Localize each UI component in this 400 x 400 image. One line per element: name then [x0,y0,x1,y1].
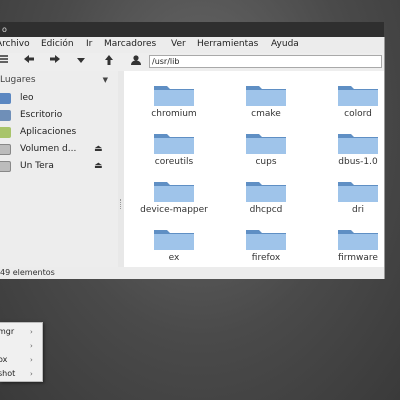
folder-item[interactable]: colord [318,77,384,123]
splitter-grip[interactable] [120,199,123,209]
submenu-arrow-icon: › [30,342,33,350]
folder-name: dhcpcd [249,205,283,215]
sidebar-item-escritorio[interactable]: Escritorio [0,108,112,123]
folder-name: ex [168,253,180,263]
file-manager-window: Archivo Edición Ir Marcadores Ver Herram… [0,37,385,279]
window-title: o [2,25,7,34]
desktop-icon [0,110,11,121]
popup-item-label: shot [0,369,16,378]
toolbar: /usr/lib [0,53,384,71]
popup-item-label: mgr [0,327,15,336]
popup-item-ox[interactable]: ox › [0,353,40,367]
folder-name: coreutils [154,157,194,167]
dropdown-arrow-icon[interactable] [73,54,89,70]
back-arrow-icon[interactable] [21,54,37,70]
popup-item-shot[interactable]: shot › [0,367,40,381]
folder-name: device-mapper [140,205,208,215]
folder-icon [246,182,286,202]
user-home-icon [0,93,11,104]
nav-menu-icon[interactable] [0,54,12,70]
menu-ver[interactable]: Ver [171,39,186,49]
folder-item[interactable]: firmware [318,221,384,267]
folder-name: chromium [151,109,197,119]
folder-item[interactable]: dbus-1.0 [318,125,384,171]
sidebar-item-label: Aplicaciones [20,127,77,137]
sidebar-item-label: Un Tera [20,161,54,171]
folder-icon [154,134,194,154]
sidebar-item-aplicaciones[interactable]: Aplicaciones [0,125,112,140]
menu-ayuda[interactable]: Ayuda [271,39,299,49]
folder-icon [246,230,286,250]
folder-name: cmake [251,109,281,119]
folder-icon [338,86,378,106]
folder-item[interactable]: dhcpcd [226,173,306,219]
up-arrow-icon[interactable] [101,54,117,70]
menu-archivo[interactable]: Archivo [0,39,30,49]
eject-icon[interactable]: ⏏ [94,159,103,174]
folder-icon [338,230,378,250]
menu-ir[interactable]: Ir [86,39,92,49]
drive-icon [0,144,11,155]
folder-item[interactable]: coreutils [134,125,214,171]
folder-icon [154,182,194,202]
menu-herramientas[interactable]: Herramientas [197,39,258,49]
applications-icon [0,127,11,138]
folder-name: cups [255,157,277,167]
menu-marcadores[interactable]: Marcadores [104,39,156,49]
popup-menu: mgr › › ox › shot › [0,322,43,382]
folder-name: dri [352,205,364,215]
folder-name: firefox [251,253,281,263]
menu-edicion[interactable]: Edición [41,39,74,49]
menu-bar: Archivo Edición Ir Marcadores Ver Herram… [0,37,384,54]
popup-item-blank[interactable]: › [0,339,40,353]
submenu-arrow-icon: › [30,328,33,336]
window-titlebar[interactable]: o [0,22,384,37]
sidebar-item-un-tera[interactable]: Un Tera ⏏ [0,159,112,174]
folder-item[interactable]: ex [134,221,214,267]
folder-view: chromium cmake colord coreutils cups dbu… [124,71,384,267]
folder-item[interactable]: chromium [134,77,214,123]
folder-icon [246,86,286,106]
folder-name: firmware [338,253,378,263]
collapse-arrow-icon[interactable]: ▼ [103,73,108,87]
sidebar-item-label: leo [20,93,34,103]
sidebar-header[interactable]: Lugares ▼ [0,73,112,87]
folder-item[interactable]: cups [226,125,306,171]
sidebar-item-label: Escritorio [20,110,63,120]
popup-item-label: ox [0,355,8,364]
home-user-icon[interactable] [128,54,144,70]
forward-arrow-icon[interactable] [47,54,63,70]
popup-item-mgr[interactable]: mgr › [0,325,40,339]
folder-item[interactable]: cmake [226,77,306,123]
folder-item[interactable]: firefox [226,221,306,267]
folder-icon [338,182,378,202]
location-path-input[interactable]: /usr/lib [149,55,382,68]
submenu-arrow-icon: › [30,370,33,378]
sidebar-item-leo[interactable]: leo [0,91,112,106]
folder-icon [338,134,378,154]
folder-name: colord [344,109,372,119]
sidebar-item-volumen[interactable]: Volumen d... ⏏ [0,142,112,157]
folder-icon [154,230,194,250]
status-text: 49 elementos [0,268,55,277]
sidebar-header-label: Lugares [0,75,36,85]
status-bar: 49 elementos [0,267,384,279]
folder-name: dbus-1.0 [338,157,378,167]
eject-icon[interactable]: ⏏ [94,142,103,157]
sidebar-item-label: Volumen d... [20,144,77,154]
folder-item[interactable]: device-mapper [134,173,214,219]
submenu-arrow-icon: › [30,356,33,364]
drive-icon [0,161,11,172]
sidebar-places: Lugares ▼ leo Escritorio Aplicaciones Vo… [0,71,118,267]
folder-icon [246,134,286,154]
folder-icon [154,86,194,106]
folder-item[interactable]: dri [318,173,384,219]
